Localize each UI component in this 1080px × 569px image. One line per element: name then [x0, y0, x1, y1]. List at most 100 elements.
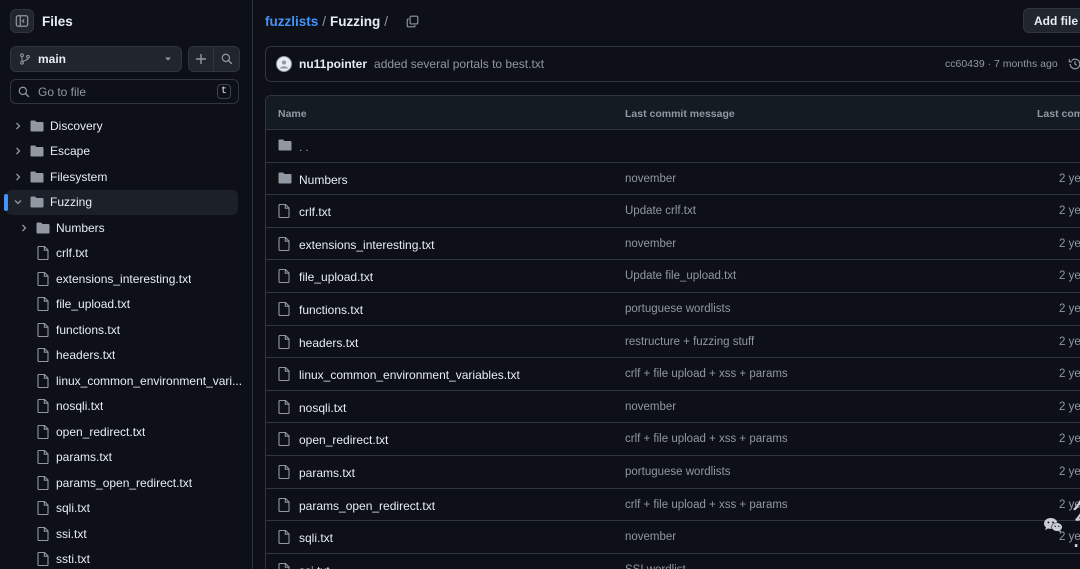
avatar[interactable]	[276, 56, 292, 72]
branch-selector[interactable]: main	[10, 46, 182, 72]
watermark-text: 公众号 · Z1sec	[1072, 490, 1080, 560]
row-name-link[interactable]: file_upload.txt	[299, 270, 373, 284]
table-row[interactable]: headers.txt restructure + fuzzing stuff 2 …	[266, 326, 1080, 359]
row-commit-message[interactable]: restructure + fuzzing stuff	[625, 336, 754, 348]
search-tree-button[interactable]	[214, 46, 240, 72]
tree-file-params-open-redirect-txt[interactable]: params_open_redirect.txt	[0, 470, 252, 496]
tree-item-label: Fuzzing	[50, 195, 93, 210]
tree-file-linux-common-environment-vari[interactable]: linux_common_environment_vari...	[0, 368, 252, 394]
tree-item-icon	[36, 450, 50, 465]
row-commit-message[interactable]: Update crlf.txt	[625, 205, 696, 217]
caret-down-icon	[165, 57, 171, 61]
row-commit-age: 2 ye	[1059, 302, 1080, 315]
table-row[interactable]: file_upload.txt Update file_upload.txt 2 y…	[266, 260, 1080, 293]
row-name-link[interactable]: sqli.txt	[299, 531, 333, 545]
row-commit-message[interactable]: november	[625, 238, 676, 250]
keyboard-shortcut-hint: t	[217, 84, 231, 99]
table-row[interactable]: params_open_redirect.txt crlf + file uplo…	[266, 489, 1080, 522]
row-icon	[278, 530, 290, 545]
tree-folder-discovery[interactable]: Discovery	[0, 113, 252, 139]
file-icon	[37, 297, 49, 312]
row-name-link[interactable]: crlf.txt	[299, 205, 331, 219]
row-icon	[278, 139, 292, 151]
row-commit-message[interactable]: Update file_upload.txt	[625, 270, 736, 282]
row-name-link[interactable]: params_open_redirect.txt	[299, 499, 435, 513]
tree-item-label: sqli.txt	[56, 501, 91, 516]
tree-file-params-txt[interactable]: params.txt	[0, 445, 252, 471]
tree-file-open-redirect-txt[interactable]: open_redirect.txt	[0, 419, 252, 445]
tree-folder-fuzzing[interactable]: Fuzzing	[4, 189, 238, 215]
folder-icon	[30, 196, 44, 208]
copy-path-button[interactable]	[406, 15, 419, 28]
row-commit-message[interactable]: crlf + file upload + xss + params	[625, 499, 788, 511]
row-name-link[interactable]: functions.txt	[299, 303, 363, 317]
row-name-link[interactable]: nosqli.txt	[299, 401, 346, 415]
tree-toggle[interactable]	[12, 146, 24, 156]
table-row[interactable]: open_redirect.txt crlf + file upload + xs…	[266, 423, 1080, 456]
row-commit-message[interactable]: november	[625, 531, 676, 543]
row-name-link[interactable]: params.txt	[299, 466, 355, 480]
copy-icon	[406, 15, 419, 27]
table-row[interactable]: params.txt portuguese wordlists 2 ye	[266, 456, 1080, 489]
tree-file-ssti-txt[interactable]: ssti.txt	[0, 547, 252, 569]
sidebar-title: Files	[42, 13, 73, 29]
tree-toggle[interactable]	[12, 197, 24, 207]
table-row[interactable]: crlf.txt Update crlf.txt 2 ye	[266, 195, 1080, 228]
row-commit-message[interactable]: portuguese wordlists	[625, 466, 730, 478]
table-row[interactable]: sqli.txt november 2 ye	[266, 521, 1080, 554]
table-row[interactable]: extensions_interesting.txt november 2 ye	[266, 228, 1080, 261]
file-icon	[278, 334, 290, 349]
table-row[interactable]: nosqli.txt november 2 ye	[266, 391, 1080, 424]
tree-toggle[interactable]	[12, 121, 24, 131]
collapse-sidebar-button[interactable]	[10, 9, 34, 33]
tree-folder-filesystem[interactable]: Filesystem	[0, 164, 252, 190]
row-commit-message[interactable]: crlf + file upload + xss + params	[625, 433, 788, 445]
table-row[interactable]: linux_common_environment_variables.txt cr…	[266, 358, 1080, 391]
row-name-link[interactable]: extensions_interesting.txt	[299, 238, 434, 252]
tree-toggle[interactable]	[12, 172, 24, 182]
file-icon	[37, 399, 49, 414]
row-commit-message[interactable]: SSI wordlist	[625, 564, 686, 569]
row-name-link[interactable]: ssi.txt	[299, 564, 330, 569]
tree-folder-numbers[interactable]: Numbers	[0, 215, 252, 241]
row-name-link[interactable]: Numbers	[299, 173, 348, 187]
tree-file-functions-txt[interactable]: functions.txt	[0, 317, 252, 343]
commit-hash-and-time[interactable]: cc60439 · 7 months ago	[945, 58, 1058, 70]
row-name-link[interactable]: headers.txt	[299, 336, 358, 350]
file-icon	[37, 271, 49, 286]
commit-message[interactable]: added several portals to best.txt	[374, 57, 544, 71]
row-commit-message[interactable]: november	[625, 173, 676, 185]
go-to-file-input[interactable]	[38, 84, 217, 99]
commit-author[interactable]: nu11pointer	[299, 57, 367, 71]
tree-file-nosqli-txt[interactable]: nosqli.txt	[0, 394, 252, 420]
parent-directory-row[interactable]: ..	[266, 130, 1080, 163]
row-commit-message[interactable]: portuguese wordlists	[625, 303, 730, 315]
add-file-tree-button[interactable]	[188, 46, 214, 72]
table-row[interactable]: functions.txt portuguese wordlists 2 ye	[266, 293, 1080, 326]
tree-file-crlf-txt[interactable]: crlf.txt	[0, 241, 252, 267]
tree-file-ssi-txt[interactable]: ssi.txt	[0, 521, 252, 547]
tree-toggle[interactable]	[18, 223, 30, 233]
tree-item-icon	[36, 475, 50, 490]
history-button[interactable]	[1068, 57, 1080, 71]
add-file-button[interactable]: Add file	[1023, 8, 1080, 33]
row-name-link[interactable]: ..	[299, 140, 312, 154]
tree-file-file-upload-txt[interactable]: file_upload.txt	[0, 292, 252, 318]
file-icon	[278, 399, 290, 414]
file-icon	[37, 475, 49, 490]
table-row[interactable]: Numbers november 2 ye	[266, 163, 1080, 196]
tree-item-label: nosqli.txt	[56, 399, 104, 414]
tree-folder-escape[interactable]: Escape	[0, 139, 252, 165]
tree-file-headers-txt[interactable]: headers.txt	[0, 343, 252, 369]
row-name-link[interactable]: open_redirect.txt	[299, 433, 388, 447]
row-name-link[interactable]: linux_common_environment_variables.txt	[299, 368, 520, 382]
row-commit-message[interactable]: november	[625, 401, 676, 413]
row-commit-message[interactable]: crlf + file upload + xss + params	[625, 368, 788, 380]
tree-item-icon	[36, 424, 50, 439]
breadcrumb-repo-link[interactable]: fuzzlists	[265, 14, 318, 29]
file-icon	[278, 562, 290, 569]
tree-file-sqli-txt[interactable]: sqli.txt	[0, 496, 252, 522]
table-row[interactable]: ssi.txt SSI wordlist	[266, 554, 1080, 569]
tree-file-extensions-interesting-txt[interactable]: extensions_interesting.txt	[0, 266, 252, 292]
go-to-file-search[interactable]: t	[10, 79, 239, 104]
